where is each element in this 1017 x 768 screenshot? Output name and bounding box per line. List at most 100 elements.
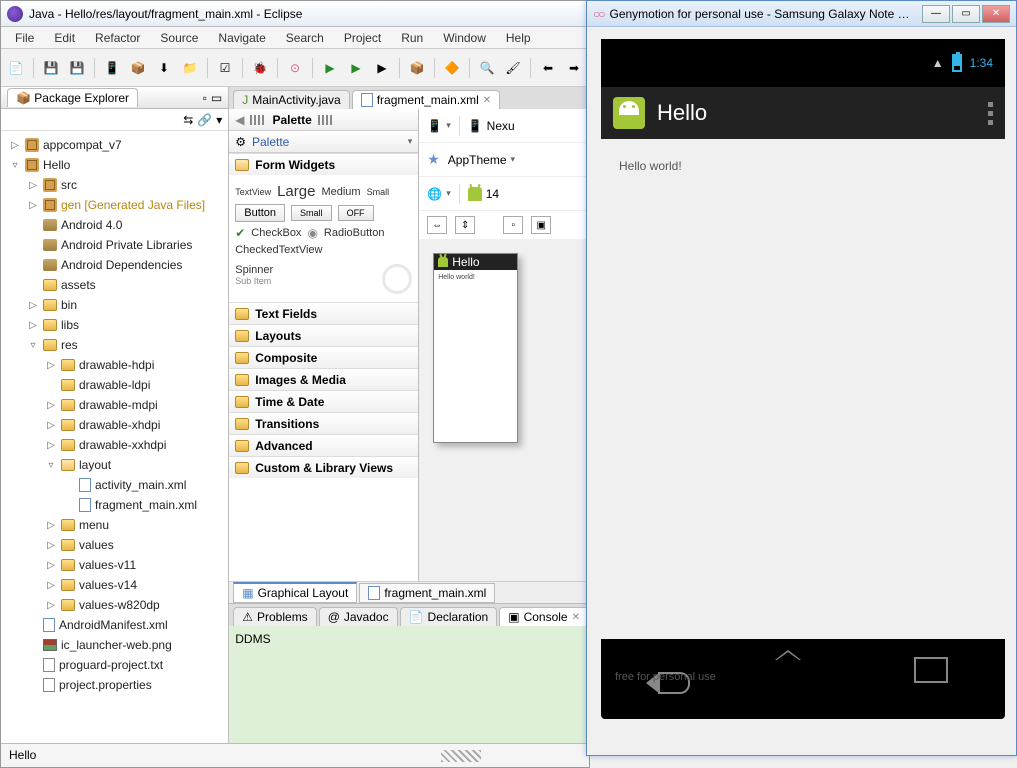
palette-category[interactable]: Custom & Library Views [229,456,418,478]
zoom-in-icon[interactable]: ▣ [531,216,551,234]
menu-project[interactable]: Project [336,29,389,47]
tree-item[interactable]: ▷drawable-xhdpi [1,415,228,435]
tree-item[interactable]: ▷values-w820dp [1,595,228,615]
lint-icon[interactable]: ⬇ [153,57,175,79]
palette-category[interactable]: Advanced [229,434,418,456]
menu-edit[interactable]: Edit [46,29,83,47]
debug-icon[interactable]: 🐞 [249,57,271,79]
device-preview[interactable]: Hello Hello world! [419,239,589,581]
tree-item[interactable]: ▷gen [Generated Java Files] [1,195,228,215]
brush-icon[interactable]: 🖌 [502,57,524,79]
palette-category[interactable]: Time & Date [229,390,418,412]
spinner-widget[interactable]: Spinner [235,264,273,276]
fwd-icon[interactable]: ➡ [563,57,585,79]
subitem-widget[interactable]: Sub Item [235,276,273,286]
palette-nav-back-icon[interactable]: ◀ [235,113,244,127]
tree-item[interactable]: ▷menu [1,515,228,535]
tab-fragment-main[interactable]: fragment_main.xml ✕ [352,90,500,109]
maximize-icon[interactable]: ▭ [211,91,222,105]
tree-item[interactable]: ▷values-v14 [1,575,228,595]
large-text-widget[interactable]: Large [277,183,315,200]
genymotion-titlebar[interactable]: ○○ Genymotion for personal use - Samsung… [587,1,1016,27]
tree-item[interactable]: ▿layout [1,455,228,475]
collapse-icon[interactable]: ⇆ [183,113,193,127]
api-dropdown[interactable]: 14 [468,187,499,201]
sdk-icon[interactable]: 📦 [127,57,149,79]
saveall-icon[interactable]: 💾 [66,57,88,79]
recent-button[interactable] [918,661,948,683]
tree-item[interactable]: ▿Hello [1,155,228,175]
new-project-icon[interactable]: 📁 [179,57,201,79]
form-widgets-header[interactable]: Form Widgets [229,153,418,175]
tree-item[interactable]: drawable-ldpi [1,375,228,395]
maximize-button[interactable]: ▭ [952,5,980,23]
search-icon[interactable]: 🔍 [476,57,498,79]
menu-file[interactable]: File [7,29,42,47]
checkbox-widget[interactable]: ✔ [235,226,245,240]
menu-source[interactable]: Source [152,29,206,47]
tree-item[interactable]: Android 4.0 [1,215,228,235]
toggle-widget[interactable]: OFF [338,205,374,221]
tree-item[interactable]: ▷values-v11 [1,555,228,575]
menu-search[interactable]: Search [278,29,332,47]
xml-source-tab[interactable]: fragment_main.xml [359,583,495,603]
problems-tab[interactable]: ⚠ Problems [233,607,316,626]
console-body[interactable]: DDMS [229,626,589,743]
minimize-icon[interactable]: ▫ [203,91,207,105]
close-icon[interactable]: ✕ [483,95,491,106]
zoom-real-icon[interactable]: ⇕ [455,216,475,234]
button-widget[interactable]: Button [235,204,285,222]
graphical-layout-tab[interactable]: ▦Graphical Layout [233,582,357,603]
minimize-button[interactable]: — [922,5,950,23]
dropdown-icon[interactable]: ▾ [408,136,413,147]
tree-item[interactable]: Android Private Libraries [1,235,228,255]
theme-dropdown[interactable]: AppTheme ▾ [448,153,515,167]
declaration-tab[interactable]: 📄 Declaration [400,607,498,626]
tree-item[interactable]: project.properties [1,675,228,695]
palette-grip-icon[interactable] [318,115,334,125]
genymotion-icon[interactable]: ⊙ [284,57,306,79]
tree-item[interactable]: ic_launcher-web.png [1,635,228,655]
new-icon[interactable]: 📄 [5,57,27,79]
device-dropdown[interactable]: 📱▾ [427,119,450,133]
open-type-icon[interactable]: 🔶 [441,57,463,79]
tree-item[interactable]: ▷drawable-hdpi [1,355,228,375]
external-icon[interactable]: ▶ [371,57,393,79]
locale-dropdown[interactable]: 🌐 ▾ [427,187,450,201]
menu-navigate[interactable]: Navigate [210,29,273,47]
tree-item[interactable]: assets [1,275,228,295]
menu-window[interactable]: Window [435,29,494,47]
tree-item[interactable]: ▷bin [1,295,228,315]
javadoc-tab[interactable]: @ Javadoc [319,607,398,626]
new-package-icon[interactable]: 📦 [406,57,428,79]
home-button[interactable] [771,660,805,684]
menu-run[interactable]: Run [393,29,431,47]
close-button[interactable]: ✕ [982,5,1010,23]
tree-item[interactable]: ▷drawable-xxhdpi [1,435,228,455]
tree-item[interactable]: fragment_main.xml [1,495,228,515]
tree-item[interactable]: proguard-project.txt [1,655,228,675]
tree-item[interactable]: ▷values [1,535,228,555]
palette-category[interactable]: Text Fields [229,302,418,324]
radio-widget[interactable]: ◉ [307,226,317,240]
link-icon[interactable]: 🔗 [197,113,212,127]
palette-category[interactable]: Transitions [229,412,418,434]
device-screen[interactable]: ▲ 1:34 Hello Hello world! free for perso… [601,39,1005,719]
tree-item[interactable]: ▷drawable-mdpi [1,395,228,415]
zoom-out-icon[interactable]: ▫ [503,216,523,234]
overflow-menu-icon[interactable] [988,102,993,125]
check-icon[interactable]: ☑ [214,57,236,79]
tree-item[interactable]: ▷libs [1,315,228,335]
package-explorer-tab[interactable]: 📦 Package Explorer [7,88,138,107]
palette-cfg-icon[interactable]: ⚙ [235,135,246,149]
save-icon[interactable]: 💾 [40,57,62,79]
project-tree[interactable]: ▷appcompat_v7▿Hello▷src▷gen [Generated J… [1,131,228,743]
checkedtextview-widget[interactable]: CheckedTextView [235,244,412,256]
tree-item[interactable]: ▷src [1,175,228,195]
resize-grip-icon[interactable] [441,750,481,762]
nexus-dropdown[interactable]: 📱 Nexu [468,119,515,133]
small-button-widget[interactable]: Small [291,205,332,221]
tree-item[interactable]: ▿res [1,335,228,355]
run-icon[interactable]: ▶ [319,57,341,79]
back-icon[interactable]: ⬅ [537,57,559,79]
